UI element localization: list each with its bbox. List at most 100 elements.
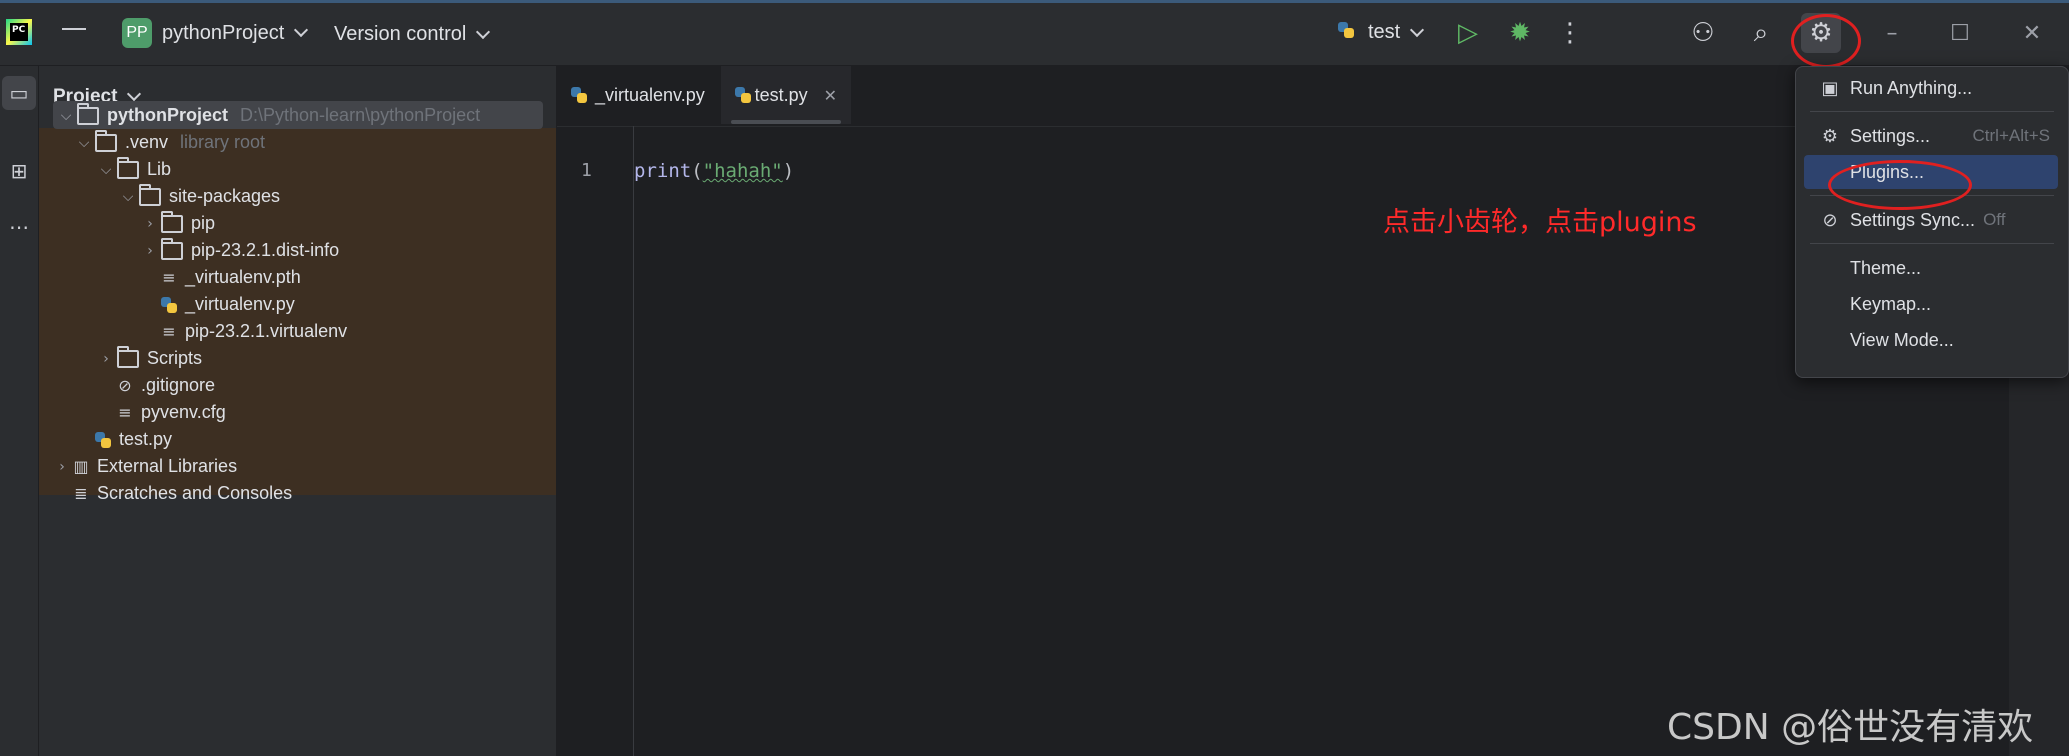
menu-item-status: Off bbox=[1983, 210, 2006, 229]
folder-icon bbox=[95, 129, 117, 152]
python-file-icon bbox=[95, 431, 111, 448]
instruction-annotation: 点击小齿轮，点击plugins bbox=[1383, 207, 1697, 238]
chevron-right-icon[interactable]: › bbox=[139, 243, 161, 259]
menu-item-view-mode[interactable]: View Mode... bbox=[1804, 323, 2058, 357]
tab-virtualenv-py[interactable]: _virtualenv.py bbox=[557, 66, 719, 124]
folder-icon bbox=[77, 102, 99, 125]
tab-label: test.py bbox=[754, 84, 808, 105]
chevron-down-icon[interactable]: ⌵ bbox=[73, 135, 95, 151]
text-file-icon: ≡ bbox=[162, 268, 176, 287]
python-file-icon bbox=[161, 296, 177, 313]
tree-item-virtualenv-pth[interactable]: ≡ _virtualenv.pth bbox=[161, 264, 300, 291]
gear-icon[interactable]: ⚙ bbox=[1801, 13, 1841, 53]
menu-item-run-anything[interactable]: ▣ Run Anything... bbox=[1804, 71, 2058, 105]
tree-item-hint: library root bbox=[180, 132, 266, 152]
tree-item-path-hint: D:\Python-learn\pythonProject bbox=[240, 105, 481, 125]
settings-popup-menu: ▣ Run Anything... ⚙ Settings... Ctrl+Alt… bbox=[1795, 66, 2069, 378]
add-user-icon[interactable]: ⚇ bbox=[1683, 13, 1723, 53]
more-horizontal-icon[interactable]: ⋯ bbox=[2, 210, 36, 244]
line-gutter: 1 bbox=[557, 126, 634, 756]
library-icon: ▥ bbox=[73, 457, 89, 476]
tree-item-gitignore[interactable]: ⊘ .gitignore bbox=[117, 372, 215, 399]
line-number: 1 bbox=[581, 160, 592, 181]
tree-item-label: pip-23.2.1.dist-info bbox=[191, 240, 340, 260]
menu-item-label: Theme... bbox=[1850, 257, 1922, 278]
version-control-menu[interactable]: Version control bbox=[334, 23, 491, 46]
chevron-down-icon[interactable]: ⌵ bbox=[95, 162, 117, 178]
tree-item-site-packages[interactable]: ⌵ site-packages bbox=[117, 183, 280, 210]
tree-item-external-libraries[interactable]: › ▥ External Libraries bbox=[51, 453, 237, 480]
menu-item-label: Settings... bbox=[1850, 125, 1931, 146]
more-vertical-icon[interactable]: ⋮ bbox=[1550, 13, 1590, 53]
run-config-name: test bbox=[1368, 21, 1401, 43]
hamburger-menu-icon[interactable] bbox=[62, 22, 86, 42]
menu-item-settings-sync[interactable]: ⊘ Settings Sync... Off bbox=[1804, 203, 2058, 237]
tree-item-pip-dist-info[interactable]: › pip-23.2.1.dist-info bbox=[139, 237, 339, 264]
tree-item-lib[interactable]: ⌵ Lib bbox=[95, 156, 171, 183]
folder-icon bbox=[117, 345, 139, 368]
run-icon[interactable]: ▷ bbox=[1448, 13, 1488, 53]
run-anything-icon: ▣ bbox=[1821, 77, 1839, 99]
menu-item-label: View Mode... bbox=[1850, 329, 1954, 350]
tree-item-pythonproject[interactable]: ⌵ pythonProject D:\Python-learn\pythonPr… bbox=[55, 102, 480, 129]
menu-item-plugins[interactable]: Plugins... bbox=[1804, 155, 2058, 189]
run-config-selector[interactable]: test bbox=[1338, 21, 1425, 44]
tree-item-virtualenv-py[interactable]: _virtualenv.py bbox=[161, 291, 295, 318]
pycharm-logo: PC bbox=[6, 19, 32, 45]
tree-item-scripts[interactable]: › Scripts bbox=[95, 345, 202, 372]
chevron-right-icon[interactable]: › bbox=[51, 459, 73, 475]
package-folder-icon bbox=[161, 210, 183, 233]
search-icon[interactable]: ⌕ bbox=[1741, 13, 1781, 53]
menu-item-label: Plugins... bbox=[1850, 161, 1925, 182]
chevron-down-icon bbox=[294, 22, 309, 38]
menu-separator bbox=[1810, 243, 2054, 244]
tree-item-venv[interactable]: ⌵ .venv library root bbox=[73, 129, 265, 156]
debug-icon[interactable]: ✹ bbox=[1500, 13, 1540, 53]
tree-item-label: pythonProject bbox=[107, 105, 229, 125]
menu-separator bbox=[1810, 195, 2054, 196]
menu-item-theme[interactable]: Theme... bbox=[1804, 251, 2058, 285]
code-paren-close: ) bbox=[782, 160, 795, 182]
tree-item-scratches[interactable]: ≣ Scratches and Consoles bbox=[73, 480, 292, 507]
python-file-icon bbox=[735, 87, 751, 103]
tree-item-label: site-packages bbox=[169, 186, 281, 206]
text-file-icon: ≡ bbox=[118, 403, 132, 422]
minimize-icon[interactable]: – bbox=[1872, 13, 1912, 53]
tree-item-label: External Libraries bbox=[97, 456, 238, 476]
chevron-right-icon[interactable]: › bbox=[95, 351, 117, 367]
tree-item-test-py[interactable]: test.py bbox=[95, 426, 172, 453]
close-icon[interactable]: ✕ bbox=[824, 86, 837, 105]
chevron-down-icon bbox=[127, 86, 142, 102]
project-badge: PP bbox=[122, 18, 152, 48]
maximize-icon[interactable]: ☐ bbox=[1940, 13, 1980, 53]
project-folder-icon[interactable]: ▭ bbox=[2, 76, 36, 110]
tree-item-pip-virtualenv[interactable]: ≡ pip-23.2.1.virtualenv bbox=[161, 318, 347, 345]
chevron-down-icon[interactable]: ⌵ bbox=[55, 108, 77, 124]
project-panel: Project ⌵ pythonProject D:\Python-learn\… bbox=[39, 66, 556, 756]
code-function-name: print bbox=[634, 160, 692, 182]
menu-separator bbox=[1810, 111, 2054, 112]
menu-item-settings[interactable]: ⚙ Settings... Ctrl+Alt+S bbox=[1804, 119, 2058, 153]
tree-item-label: pyvenv.cfg bbox=[141, 402, 226, 422]
tree-item-pyvenv-cfg[interactable]: ≡ pyvenv.cfg bbox=[117, 399, 226, 426]
close-icon[interactable]: ✕ bbox=[2012, 13, 2052, 53]
code-line[interactable]: print("hahah") bbox=[634, 160, 794, 182]
code-string-literal: "hahah" bbox=[702, 160, 783, 182]
tab-test-py[interactable]: test.py ✕ bbox=[721, 66, 851, 124]
tree-item-label: pip bbox=[191, 213, 216, 233]
chevron-down-icon[interactable]: ⌵ bbox=[117, 189, 139, 205]
vcs-label: Version control bbox=[334, 23, 467, 45]
project-selector[interactable]: PP pythonProject bbox=[122, 18, 309, 48]
watermark: CSDN @俗世没有清欢 bbox=[1667, 707, 2034, 748]
menu-item-label: Keymap... bbox=[1850, 293, 1932, 314]
sync-disabled-icon: ⊘ bbox=[1822, 209, 1838, 231]
tree-item-pip[interactable]: › pip bbox=[139, 210, 215, 237]
chevron-down-icon bbox=[476, 24, 491, 39]
chevron-right-icon[interactable]: › bbox=[139, 216, 161, 232]
tree-item-label: .venv bbox=[125, 132, 169, 152]
structure-icon[interactable]: ⊞ bbox=[2, 154, 36, 188]
tree-item-label: Scripts bbox=[147, 348, 203, 368]
tree-item-label: .gitignore bbox=[141, 375, 216, 395]
tree-item-label: Lib bbox=[147, 159, 172, 179]
menu-item-keymap[interactable]: Keymap... bbox=[1804, 287, 2058, 321]
